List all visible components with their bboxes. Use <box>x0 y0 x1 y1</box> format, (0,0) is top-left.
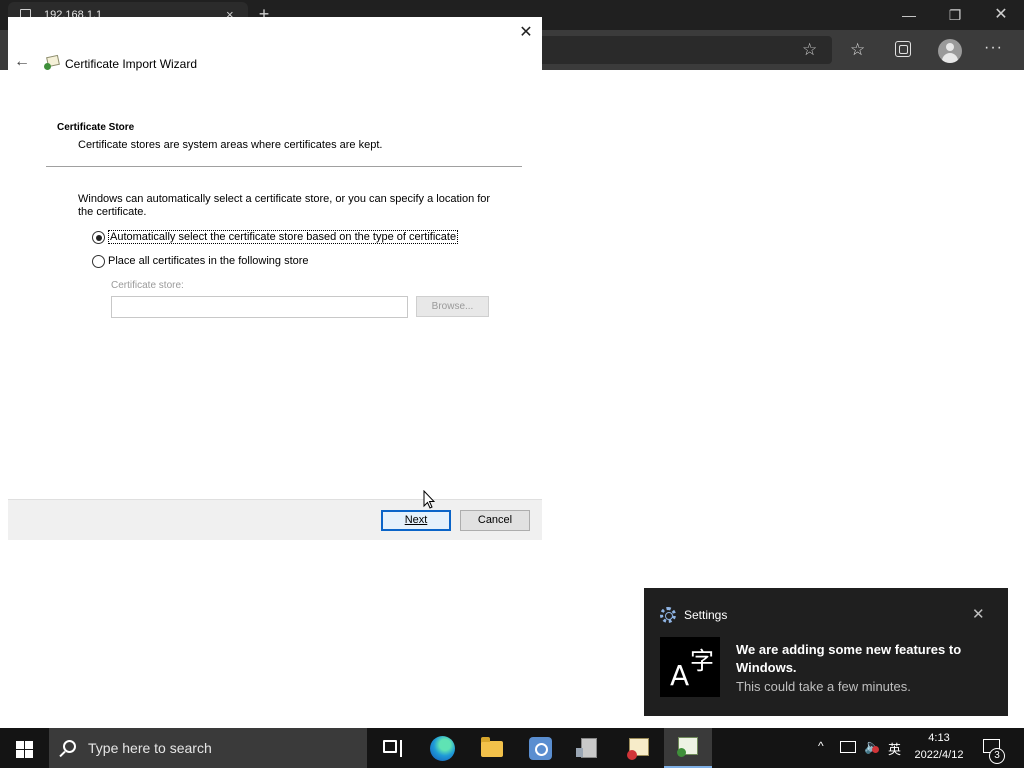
notification-count-badge: 3 <box>989 748 1005 764</box>
radio-label[interactable]: Automatically select the certificate sto… <box>108 230 459 244</box>
next-button-label: Next <box>404 514 428 526</box>
clock-date[interactable]: 2022/4/12 <box>908 749 970 761</box>
restore-button[interactable]: ❐ <box>932 0 978 30</box>
certificate-store-label: Certificate store: <box>111 280 184 291</box>
toast-body: This could take a few minutes. <box>736 679 911 694</box>
profile-avatar[interactable] <box>938 39 962 63</box>
taskbar: Type here to search ^ 🔈 英 4:13 2022/4/12… <box>0 728 1024 768</box>
edge-browser-icon[interactable] <box>419 728 467 768</box>
browser-close-button[interactable]: ✕ <box>978 0 1024 30</box>
task-view-icon[interactable] <box>368 728 416 768</box>
certificate-icon <box>44 54 60 70</box>
back-arrow-icon[interactable]: ← <box>14 53 30 71</box>
ime-indicator[interactable]: 英 <box>888 739 901 758</box>
section-description: Certificate stores are system areas wher… <box>78 139 383 151</box>
section-heading: Certificate Store <box>57 122 135 133</box>
network-icon[interactable] <box>840 741 856 753</box>
favorite-star-icon[interactable]: ☆ <box>802 40 817 60</box>
show-hidden-icons-chevron-icon[interactable]: ^ <box>818 739 824 753</box>
certificate-store-field[interactable] <box>111 296 408 318</box>
wizard-title: Certificate Import Wizard <box>65 57 198 71</box>
server-manager-icon[interactable] <box>566 728 614 768</box>
toast-title: We are adding some new features to Windo… <box>736 642 962 675</box>
search-placeholder: Type here to search <box>88 740 212 756</box>
more-menu-icon[interactable]: ··· <box>984 39 1003 57</box>
radio-button-checked[interactable] <box>92 231 105 244</box>
windows-start-icon[interactable] <box>0 728 48 768</box>
file-explorer-icon[interactable] <box>468 728 516 768</box>
search-icon <box>63 740 76 753</box>
search-input[interactable]: Type here to search <box>49 728 367 768</box>
address-bar[interactable] <box>540 36 832 64</box>
divider <box>46 166 522 167</box>
close-icon[interactable]: ✕ <box>972 605 985 623</box>
toast-app-name: Settings <box>684 608 728 622</box>
minimize-button[interactable]: — <box>886 0 932 30</box>
favorites-list-icon[interactable]: ☆ <box>850 40 865 60</box>
certificate-error-icon[interactable] <box>615 728 663 768</box>
collections-icon[interactable] <box>895 41 911 57</box>
volume-muted-icon[interactable]: 🔈 <box>864 738 881 755</box>
close-icon[interactable]: ✕ <box>516 23 536 43</box>
mouse-cursor-icon <box>423 490 435 509</box>
radio-label[interactable]: Place all certificates in the following … <box>108 255 309 267</box>
settings-gear-icon[interactable] <box>517 728 565 768</box>
next-button[interactable]: Next <box>381 510 451 531</box>
gear-icon <box>660 607 676 623</box>
language-icon-glyph: 字 <box>690 647 714 675</box>
browse-button[interactable]: Browse... <box>416 296 489 317</box>
notification-toast[interactable]: Settings ✕ A 字 We are adding some new fe… <box>644 588 1008 716</box>
radio-button[interactable] <box>92 255 105 268</box>
certificate-import-wizard: ✕ ← Certificate Import Wizard Certificat… <box>8 17 542 540</box>
language-icon-letter: A <box>670 659 690 692</box>
wizard-footer: Next Cancel <box>8 499 542 540</box>
language-icon: A 字 <box>660 637 720 697</box>
intro-text: Windows can automatically select a certi… <box>78 193 491 218</box>
certificate-wizard-icon[interactable] <box>664 728 712 768</box>
cancel-button[interactable]: Cancel <box>460 510 530 531</box>
clock-time[interactable]: 4:13 <box>912 732 966 744</box>
